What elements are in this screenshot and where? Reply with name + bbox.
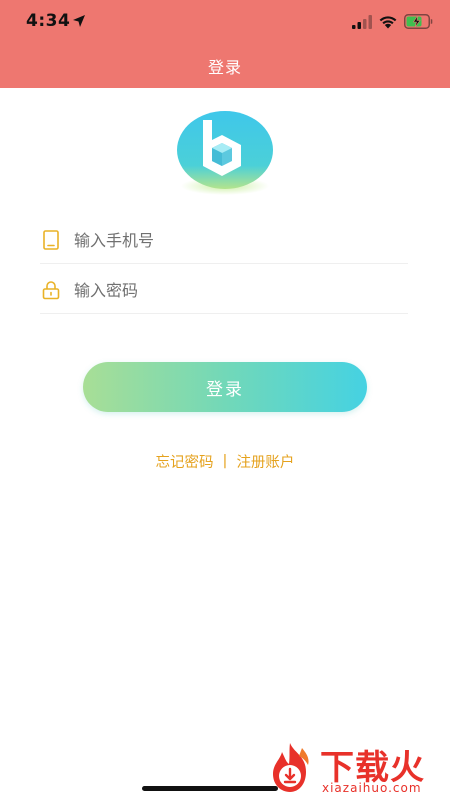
forgot-password-link[interactable]: 忘记密码: [156, 451, 214, 472]
phone-icon: [43, 230, 59, 250]
password-input[interactable]: [74, 274, 394, 306]
phone-input[interactable]: [74, 224, 394, 256]
nav-bar: 登录: [0, 44, 450, 88]
link-separator: |: [222, 453, 228, 469]
status-time: 4:34: [26, 11, 71, 31]
page-title: 登录: [207, 58, 242, 77]
register-link[interactable]: 注册账户: [236, 451, 294, 472]
account-links: 忘记密码 | 注册账户: [0, 450, 450, 472]
login-button[interactable]: 登录: [83, 362, 367, 412]
wifi-icon: [379, 16, 397, 29]
status-bar: 4:34: [0, 0, 450, 44]
password-field-row: [40, 264, 408, 314]
location-arrow-icon: [73, 15, 85, 27]
phone-field-row: [40, 214, 408, 264]
watermark: 下载火 xiazaihuo.com: [262, 740, 448, 798]
cellular-signal-icon: [352, 15, 372, 29]
flame-logo-icon: [273, 743, 309, 792]
home-indicator[interactable]: [142, 786, 278, 791]
watermark-url: xiazaihuo.com: [322, 781, 422, 795]
app-logo-b-icon: [177, 111, 273, 195]
battery-charging-icon: [404, 14, 433, 29]
lock-icon: [42, 281, 60, 300]
